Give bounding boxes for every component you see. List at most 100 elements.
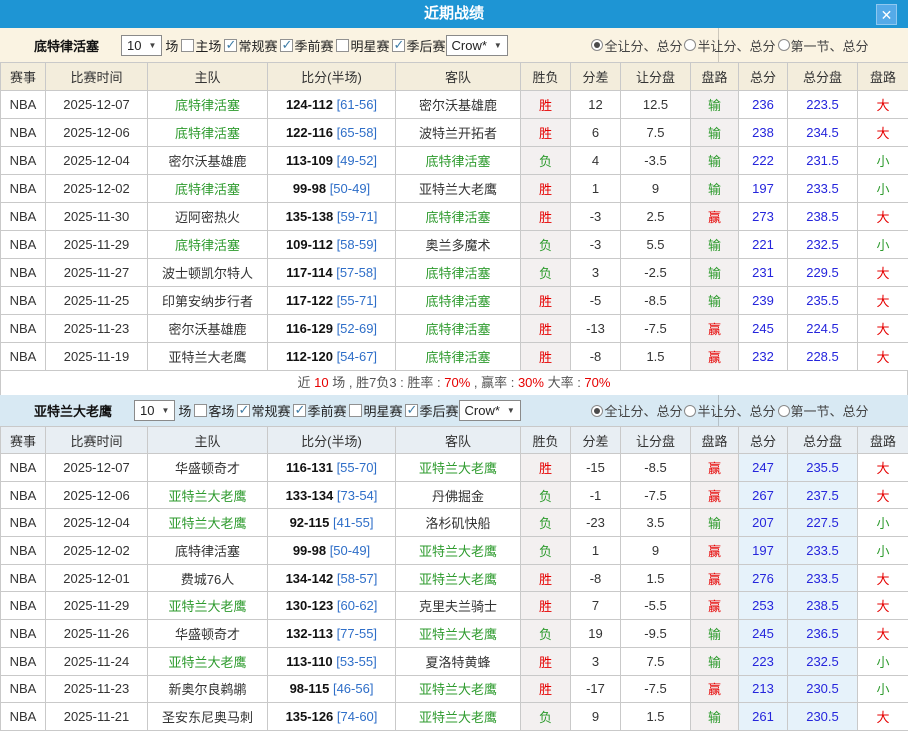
checkbox-label: 明星赛 [350,36,389,55]
win-loss-cell: 胜 [521,592,571,620]
column-header: 比分(半场) [268,427,396,454]
filter-checkbox-常规赛[interactable]: 常规赛 [237,401,290,420]
column-header: 总分 [739,63,788,91]
handicap-result-value: 赢 [708,572,721,587]
halftime-score: [50-49] [330,543,370,558]
filter-checkbox-季前赛[interactable]: 季前赛 [280,36,333,55]
checkbox-box[interactable] [336,39,349,52]
odds-company-select[interactable]: Crow* ▼ [446,35,508,56]
league-cell: NBA [1,620,46,648]
date-cell: 2025-11-29 [46,231,148,259]
handicap-result-value: 赢 [708,322,721,337]
date-cell: 2025-11-25 [46,287,148,315]
radio-circle-icon[interactable] [591,405,603,417]
filter-checkbox-主场[interactable]: 主场 [181,36,221,55]
score-cell: 134-142 [58-57] [268,564,396,592]
filter-checkbox-客场[interactable]: 客场 [194,401,234,420]
date-cell: 2025-11-27 [46,259,148,287]
checkbox-box[interactable] [405,404,418,417]
table-row: NBA2025-12-06亚特兰大老鹰133-134 [73-54]丹佛掘金负-… [1,481,908,509]
checkbox-box[interactable] [392,39,405,52]
checkbox-box[interactable] [181,39,194,52]
fulltime-score: 109-112 [286,237,333,252]
total-points-cell: 276 [739,564,788,592]
handicap-result-value: 赢 [708,544,721,559]
filter-checkbox-季后赛[interactable]: 季后赛 [392,36,445,55]
halftime-score: [46-56] [333,681,373,696]
total-points-value: 223 [752,654,774,669]
point-diff-cell: 6 [571,119,621,147]
filter-radio-全让分、总分[interactable]: 全让分、总分 [591,36,682,55]
games-count-select[interactable]: 10 ▼ [134,400,175,421]
win-loss-cell: 负 [521,537,571,565]
over-under-cell: 大 [858,454,908,482]
column-header: 盘路 [858,63,908,91]
home-cell: 华盛顿奇才 [148,454,268,482]
filter-radio-第一节、总分[interactable]: 第一节、总分 [778,401,869,420]
filter-checkbox-明星赛[interactable]: 明星赛 [349,401,402,420]
radio-circle-icon[interactable] [684,405,696,417]
pistons-filter-bar: 底特律活塞 10 ▼ 场 主场常规赛季前赛明星赛季后赛 Crow* ▼ 全让分、… [0,28,908,62]
filter-checkbox-季后赛[interactable]: 季后赛 [405,401,458,420]
checkbox-box[interactable] [224,39,237,52]
handicap-result-value: 赢 [708,210,721,225]
checkbox-box[interactable] [237,404,250,417]
over-under-cell: 大 [858,315,908,343]
games-count-value: 10 [140,403,154,418]
over-under-value: 大 [876,599,889,614]
odds-company-select[interactable]: Crow* ▼ [459,400,521,421]
away-cell: 亚特兰大老鹰 [396,454,521,482]
recent-results-dialog: 近期战绩 ✕ 底特律活塞 10 ▼ 场 主场常规赛季前赛明星赛季后赛 Crow*… [0,0,908,729]
radio-circle-icon[interactable] [684,39,696,51]
filter-radio-全让分、总分[interactable]: 全让分、总分 [591,401,682,420]
filter-radio-半让分、总分[interactable]: 半让分、总分 [684,36,775,55]
away-cell: 亚特兰大老鹰 [396,703,521,731]
table-row: NBA2025-11-29底特律活塞109-112 [58-59]奥兰多魔术负-… [1,231,908,259]
point-diff-cell: -1 [571,481,621,509]
total-points-cell: 207 [739,509,788,537]
radio-circle-icon[interactable] [591,39,603,51]
halftime-score: [54-67] [337,349,377,364]
win-loss-value: 胜 [539,682,552,697]
checkbox-box[interactable] [194,404,207,417]
over-under-cell: 小 [858,147,908,175]
home-team: 波士顿凯尔特人 [162,266,253,281]
column-header: 比赛时间 [46,427,148,454]
handicap-result-cell: 赢 [691,537,739,565]
handicap-line-cell: 1.5 [621,343,691,371]
over-under-value: 大 [876,210,889,225]
over-under-cell: 小 [858,231,908,259]
total-points-cell: 247 [739,454,788,482]
away-team: 亚特兰大老鹰 [419,461,497,476]
league-cell: NBA [1,259,46,287]
checkbox-box[interactable] [280,39,293,52]
total-line-cell: 233.5 [788,175,858,203]
column-header: 总分盘 [788,63,858,91]
win-loss-value: 负 [539,238,552,253]
close-icon[interactable]: ✕ [876,4,897,25]
radio-circle-icon[interactable] [778,405,790,417]
checkbox-label: 季前赛 [307,401,346,420]
column-header: 总分盘 [788,427,858,454]
away-team: 亚特兰大老鹰 [419,182,497,197]
total-points-value: 239 [752,293,774,308]
home-team: 密尔沃基雄鹿 [168,154,246,169]
checkbox-box[interactable] [293,404,306,417]
date-cell: 2025-12-02 [46,537,148,565]
total-points-value: 213 [752,681,774,696]
over-under-value: 大 [876,294,889,309]
checkbox-box[interactable] [349,404,362,417]
total-points-cell: 213 [739,675,788,703]
games-count-select[interactable]: 10 ▼ [121,35,162,56]
filter-checkbox-明星赛[interactable]: 明星赛 [336,36,389,55]
hawks-results-table: 赛事比赛时间主队比分(半场)客队胜负分差让分盘盘路总分总分盘盘路 NBA2025… [0,426,908,731]
league-cell: NBA [1,454,46,482]
column-header: 分差 [571,63,621,91]
filter-checkbox-常规赛[interactable]: 常规赛 [224,36,277,55]
filter-checkbox-季前赛[interactable]: 季前赛 [293,401,346,420]
over-under-value: 大 [876,489,889,504]
radio-circle-icon[interactable] [778,39,790,51]
filter-radio-半让分、总分[interactable]: 半让分、总分 [684,401,775,420]
score-cell: 99-98 [50-49] [268,175,396,203]
filter-radio-第一节、总分[interactable]: 第一节、总分 [778,36,869,55]
